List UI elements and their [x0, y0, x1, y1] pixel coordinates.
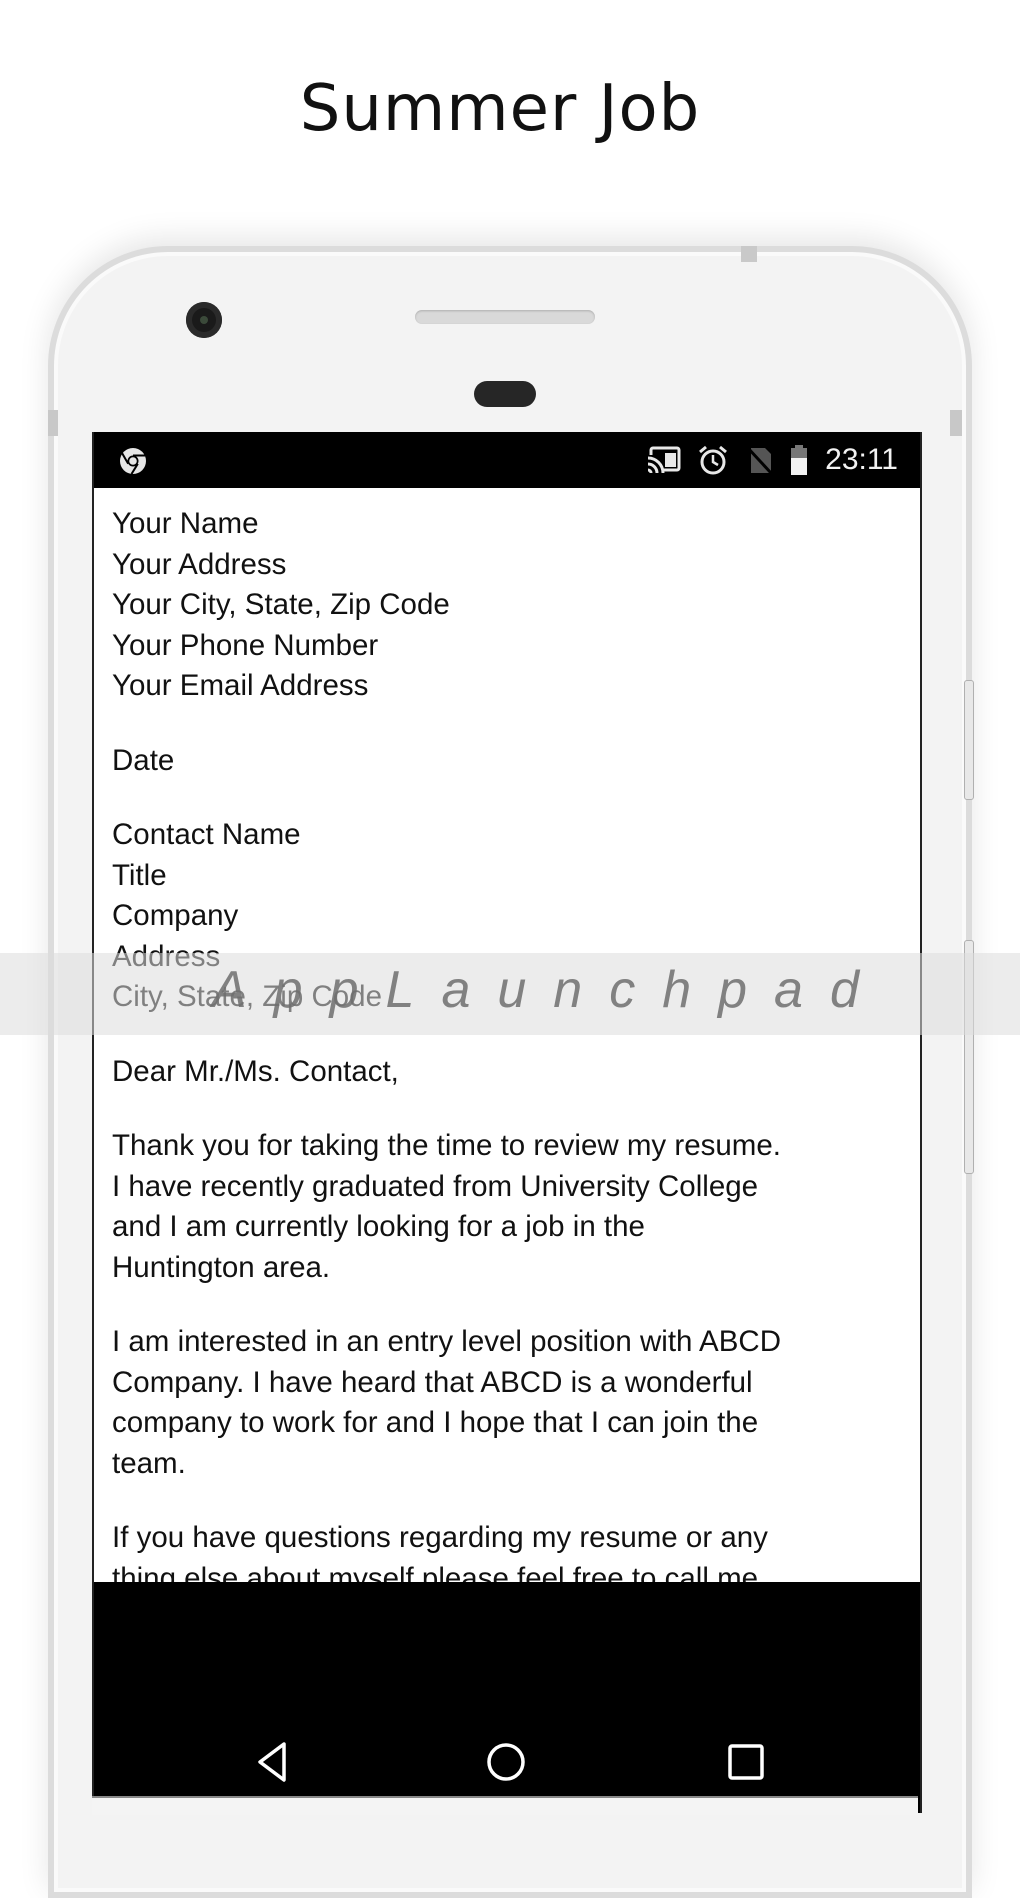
front-camera — [186, 302, 222, 338]
paragraph-line: and I am currently looking for a job in … — [112, 1210, 645, 1243]
recipient-company: Company — [112, 899, 239, 932]
paragraph-1: Thank you for taking the time to review … — [112, 1126, 902, 1288]
recents-icon — [728, 1744, 764, 1780]
paragraph-2: I am interested in an entry level positi… — [112, 1322, 902, 1484]
watermark-text: AppLaunchpad — [212, 961, 886, 1019]
salutation: Dear Mr./Ms. Contact, — [112, 1054, 399, 1088]
phone-antenna-band-right — [950, 410, 962, 436]
status-bar: 23:11 — [94, 432, 920, 488]
cover-letter-text: Your Name Your Address Your City, State,… — [94, 488, 920, 1582]
earpiece-speaker — [415, 310, 595, 324]
sender-phone: Your Phone Number — [112, 628, 379, 662]
recipient-name: Contact Name — [112, 818, 301, 851]
paragraph-line: I am interested in an entry level positi… — [112, 1325, 781, 1358]
page-headline: Summer Job — [299, 72, 701, 146]
phone-antenna-band-left — [48, 410, 58, 436]
phone-chin — [92, 1796, 918, 1815]
paragraph-3: If you have questions regarding my resum… — [112, 1518, 902, 1582]
back-button[interactable] — [244, 1732, 304, 1792]
cover-letter-view[interactable]: Your Name Your Address Your City, State,… — [94, 488, 920, 1582]
sender-email: Your Email Address — [112, 669, 369, 702]
battery-icon — [791, 445, 808, 475]
alarm-icon — [699, 445, 728, 475]
power-button — [964, 680, 974, 800]
proximity-sensor — [474, 381, 536, 407]
back-icon — [258, 1742, 286, 1782]
paragraph-line: team. — [112, 1446, 186, 1480]
home-icon — [487, 1743, 525, 1781]
sender-name: Your Name — [112, 507, 259, 540]
recipient-title: Title — [112, 858, 167, 892]
no-sim-icon — [746, 445, 773, 475]
paragraph-line: Huntington area. — [112, 1250, 331, 1284]
paragraph-line: Company. I have heard that ABCD is a won… — [112, 1365, 753, 1399]
home-button[interactable] — [476, 1732, 536, 1792]
status-time: 23:11 — [825, 443, 898, 476]
sender-city: Your City, State, Zip Code — [112, 588, 450, 621]
navigation-bar — [94, 1582, 920, 1813]
recents-button[interactable] — [716, 1732, 776, 1792]
phone-screen: 23:11 Your Name Your Address Your City, … — [92, 432, 922, 1813]
chrome-icon — [120, 448, 146, 475]
paragraph-line: thing else about myself please feel free… — [112, 1561, 759, 1583]
paragraph-line: If you have questions regarding my resum… — [112, 1521, 768, 1554]
letter-date: Date — [112, 743, 175, 777]
phone-antenna-band — [741, 246, 757, 262]
paragraph-line: Thank you for taking the time to review … — [112, 1129, 781, 1162]
paragraph-line: company to work for and I hope that I ca… — [112, 1406, 759, 1439]
cast-icon — [647, 446, 681, 474]
paragraph-line: I have recently graduated from Universit… — [112, 1169, 759, 1203]
sender-address: Your Address — [112, 547, 287, 581]
